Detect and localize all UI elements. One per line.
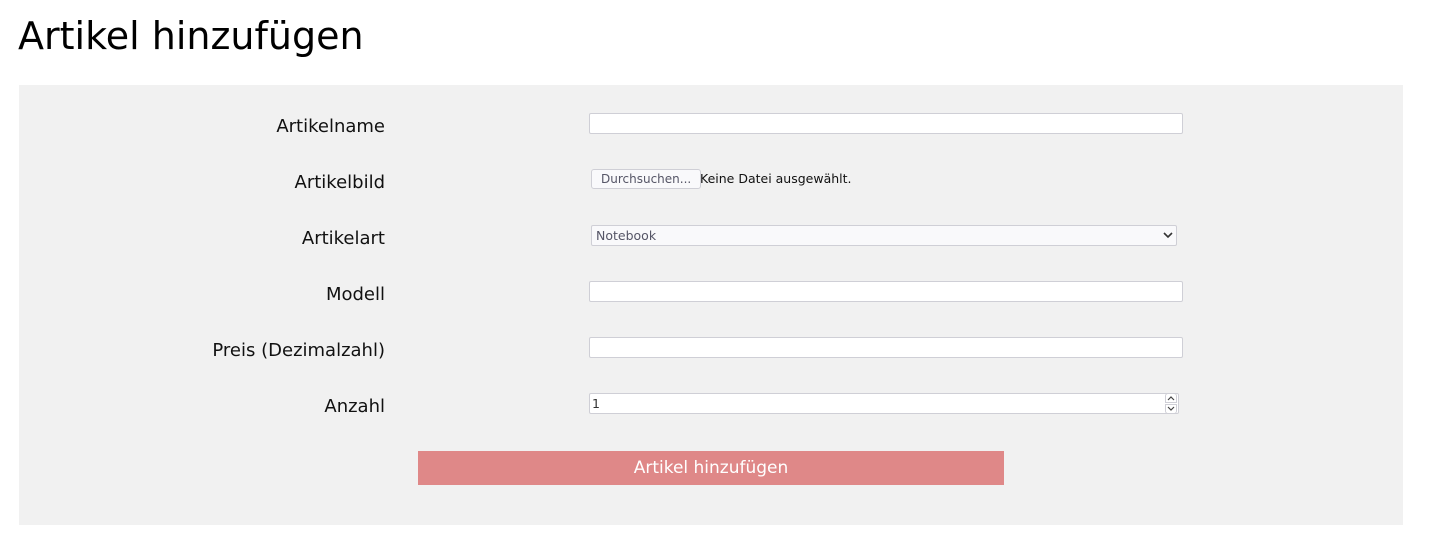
article-image-label: Artikelbild: [294, 172, 385, 193]
spin-down-button[interactable]: [1165, 404, 1177, 414]
form-row-price: Preis (Dezimalzahl): [19, 336, 1403, 366]
article-name-input[interactable]: [589, 113, 1183, 134]
quantity-label: Anzahl: [324, 396, 385, 417]
price-label: Preis (Dezimalzahl): [212, 340, 385, 361]
article-name-label: Artikelname: [276, 116, 385, 137]
article-type-label: Artikelart: [301, 228, 385, 249]
form-row-type: Artikelart Notebook: [19, 224, 1403, 254]
form-row-name: Artikelname: [19, 112, 1403, 142]
chevron-down-icon: [1163, 232, 1173, 239]
file-status-text: Keine Datei ausgewählt.: [700, 171, 852, 186]
browse-file-button[interactable]: Durchsuchen...: [591, 169, 702, 189]
article-type-select[interactable]: Notebook: [591, 225, 1177, 246]
form-row-model: Modell: [19, 280, 1403, 310]
form-row-quantity: Anzahl 1: [19, 392, 1403, 422]
page-title: Artikel hinzufügen: [18, 14, 364, 58]
model-input[interactable]: [589, 281, 1183, 302]
add-article-submit-button[interactable]: Artikel hinzufügen: [418, 451, 1004, 485]
form-row-image: Artikelbild Durchsuchen... Keine Datei a…: [19, 168, 1403, 198]
model-label: Modell: [325, 284, 385, 305]
quantity-value: 1: [592, 396, 600, 411]
chevron-down-icon: [1167, 406, 1175, 411]
chevron-up-icon: [1167, 396, 1175, 401]
article-type-selected-value: Notebook: [596, 228, 657, 243]
price-input[interactable]: [589, 337, 1183, 358]
quantity-input[interactable]: 1: [589, 393, 1179, 414]
add-article-form: Artikelname Artikelbild Durchsuchen... K…: [19, 85, 1403, 525]
spin-up-button[interactable]: [1165, 393, 1177, 403]
